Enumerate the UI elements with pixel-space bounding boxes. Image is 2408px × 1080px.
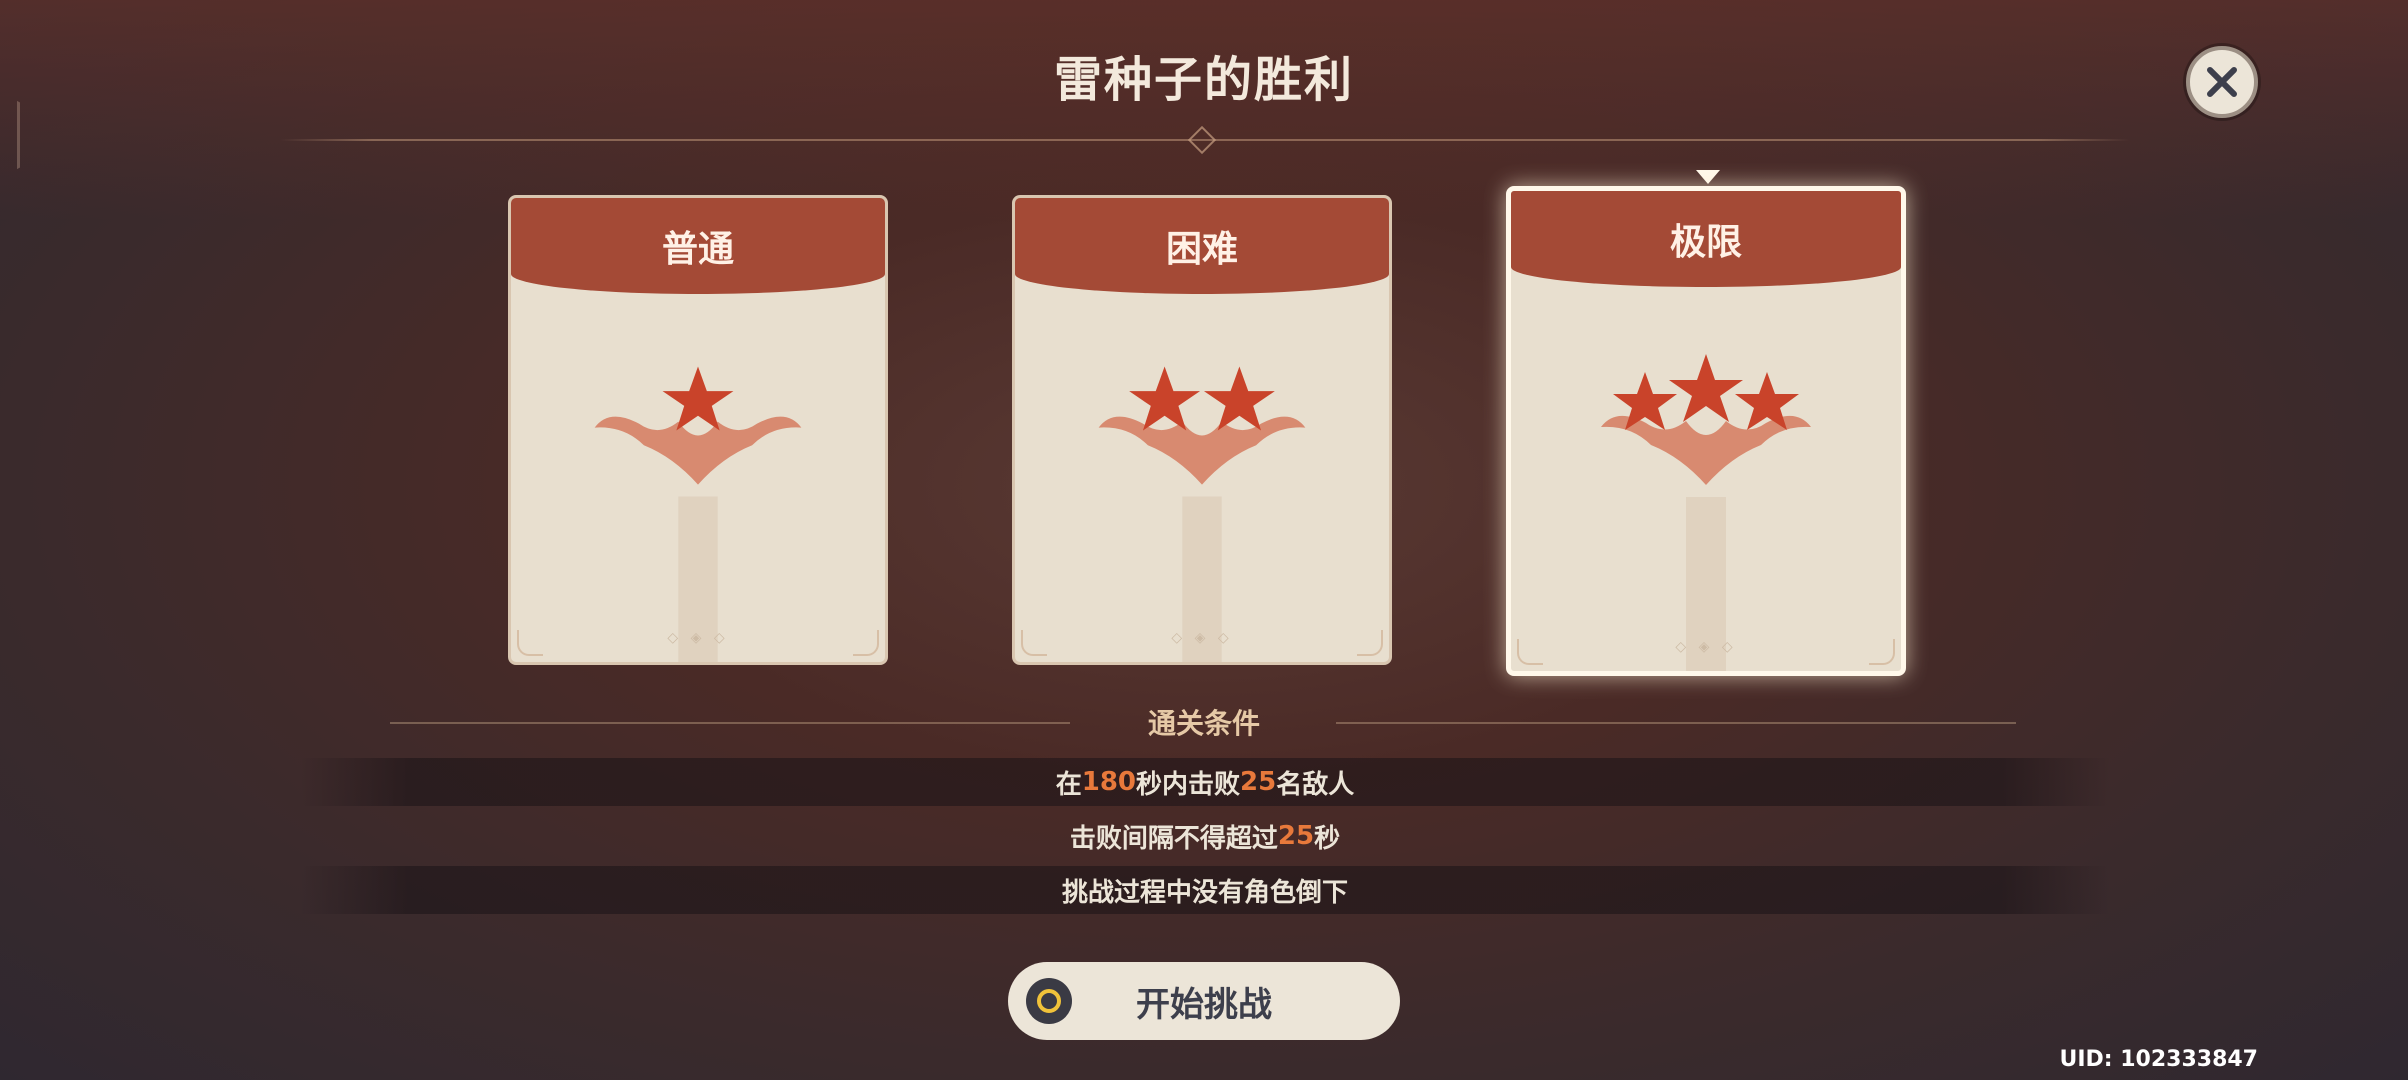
difficulty-label: 普通 bbox=[511, 198, 885, 294]
difficulty-label: 极限 bbox=[1511, 191, 1901, 287]
condition-text: 在 bbox=[1055, 769, 1082, 800]
condition-text: 名敌人 bbox=[1276, 769, 1355, 800]
conditions-title: 通关条件 bbox=[1147, 707, 1260, 740]
condition-row: 击败间隔不得超过 25 秒 bbox=[300, 812, 2110, 860]
condition-value: 25 bbox=[1240, 767, 1277, 797]
card-footer-ornament: ◇ ◈ ◇ bbox=[667, 630, 729, 646]
start-challenge-button[interactable]: 开始挑战 bbox=[1008, 962, 1400, 1040]
start-challenge-label: 开始挑战 bbox=[1136, 984, 1272, 1025]
condition-text: 挑战过程中没有角色倒下 bbox=[1061, 877, 1348, 908]
star-icon bbox=[662, 366, 734, 431]
condition-row: 在 180 秒内击败 25 名敌人 bbox=[300, 758, 2110, 806]
star-icon bbox=[1613, 354, 1799, 430]
difficulty-card-normal[interactable]: 普通 ◇ ◈ ◇ bbox=[508, 195, 888, 665]
difficulty-card-extreme[interactable]: 极限 ◇ ◈ ◇ bbox=[1506, 186, 1906, 676]
page-title: 雷种子的胜利 bbox=[1053, 52, 1354, 108]
card-emblem bbox=[594, 366, 802, 662]
difficulty-label: 困难 bbox=[1015, 198, 1389, 294]
condition-text: 秒 bbox=[1314, 823, 1341, 854]
card-emblem bbox=[1601, 354, 1811, 671]
card-emblem bbox=[1098, 366, 1306, 662]
star-icon bbox=[1129, 366, 1275, 431]
close-icon bbox=[2207, 67, 2237, 97]
card-footer-ornament: ◇ ◈ ◇ bbox=[1675, 639, 1737, 655]
condition-row: 挑战过程中没有角色倒下 bbox=[300, 866, 2110, 914]
close-button[interactable] bbox=[2186, 46, 2258, 118]
difficulty-card-hard[interactable]: 困难 ◇ ◈ ◇ bbox=[1012, 195, 1392, 665]
condition-text: 秒内击败 bbox=[1136, 769, 1241, 800]
background-sheen bbox=[0, 0, 2408, 220]
uid-label: UID: 102333847 bbox=[2059, 1047, 2258, 1072]
condition-value: 25 bbox=[1277, 821, 1315, 851]
selected-indicator bbox=[1696, 170, 1720, 184]
controller-button-icon bbox=[1026, 978, 1072, 1024]
condition-value: 180 bbox=[1081, 767, 1137, 797]
card-footer-ornament: ◇ ◈ ◇ bbox=[1171, 630, 1233, 646]
condition-text: 击败间隔不得超过 bbox=[1069, 823, 1278, 854]
